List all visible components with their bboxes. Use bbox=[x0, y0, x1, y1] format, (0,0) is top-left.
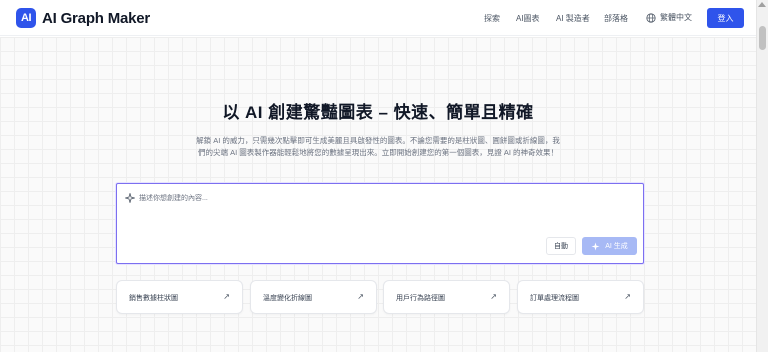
language-selector[interactable]: 繁體中文 bbox=[646, 12, 692, 23]
example-card-temperature-line-chart[interactable]: 溫度變化折線圖 ↗ bbox=[250, 280, 377, 314]
nav-item-blog[interactable]: 部落格 bbox=[604, 13, 628, 24]
example-card-user-path-chart[interactable]: 用戶行為路徑圖 ↗ bbox=[383, 280, 510, 314]
language-label: 繁體中文 bbox=[660, 13, 692, 22]
scroll-up-arrow-icon[interactable] bbox=[758, 2, 766, 7]
nav-item-explore[interactable]: 探索 bbox=[484, 13, 500, 24]
hero-subtitle-line-1: 解鎖 AI 的威力，只需幾次點擊即可生成美麗且具啟發性的圖表。不論您需要的是柱狀… bbox=[196, 136, 560, 145]
logo-mark-icon: AI bbox=[16, 8, 36, 28]
arrow-up-right-icon: ↗ bbox=[357, 292, 364, 301]
arrow-up-right-icon: ↗ bbox=[624, 292, 631, 301]
ai-generate-button[interactable]: AI 生成 bbox=[582, 237, 637, 255]
example-card-order-flowchart[interactable]: 訂單處理流程圖 ↗ bbox=[517, 280, 644, 314]
nav-item-ai-charts[interactable]: AI圖表 bbox=[516, 13, 540, 24]
scrollbar-track[interactable] bbox=[756, 0, 768, 352]
hero-title: 以 AI 創建驚豔圖表 – 快速、簡單且精確 bbox=[222, 103, 534, 122]
example-card-sales-bar-chart[interactable]: 銷售數據柱狀圖 ↗ bbox=[116, 280, 243, 314]
login-button[interactable]: 登入 bbox=[707, 8, 744, 28]
arrow-up-right-icon: ↗ bbox=[490, 292, 497, 301]
example-card-label: 訂單處理流程圖 bbox=[530, 295, 579, 302]
scrollbar-thumb[interactable] bbox=[759, 26, 766, 50]
nav-item-ai-maker[interactable]: AI 製造者 bbox=[556, 13, 590, 24]
auto-button[interactable]: 自動 bbox=[546, 237, 576, 255]
brand-logo[interactable]: AI AI Graph Maker bbox=[16, 8, 150, 28]
globe-icon bbox=[646, 12, 656, 23]
top-navbar: AI AI Graph Maker 探索 AI圖表 AI 製造者 部落格 繁體中… bbox=[0, 0, 756, 36]
arrow-up-right-icon: ↗ bbox=[223, 292, 230, 301]
brand-name: AI Graph Maker bbox=[42, 9, 151, 27]
prompt-input-box[interactable]: 描述你想創建的內容... 自動 AI 生成 bbox=[116, 183, 644, 264]
sparkle-icon bbox=[591, 241, 600, 251]
example-card-label: 溫度變化折線圖 bbox=[263, 295, 312, 302]
prompt-placeholder: 描述你想創建的內容... bbox=[139, 195, 208, 202]
hero-subtitle-line-2: 們的尖端 AI 圖表製作器能輕鬆地將您的數據呈現出來。立即開始創建您的第一個圖表… bbox=[197, 148, 558, 157]
sparkle-icon bbox=[125, 193, 135, 203]
example-card-label: 用戶行為路徑圖 bbox=[396, 295, 445, 302]
example-card-label: 銷售數據柱狀圖 bbox=[129, 295, 178, 302]
hero-subtitle: 解鎖 AI 的威力，只需幾次點擊即可生成美麗且具啟發性的圖表。不論您需要的是柱狀… bbox=[180, 135, 576, 159]
ai-generate-label: AI 生成 bbox=[605, 243, 628, 250]
